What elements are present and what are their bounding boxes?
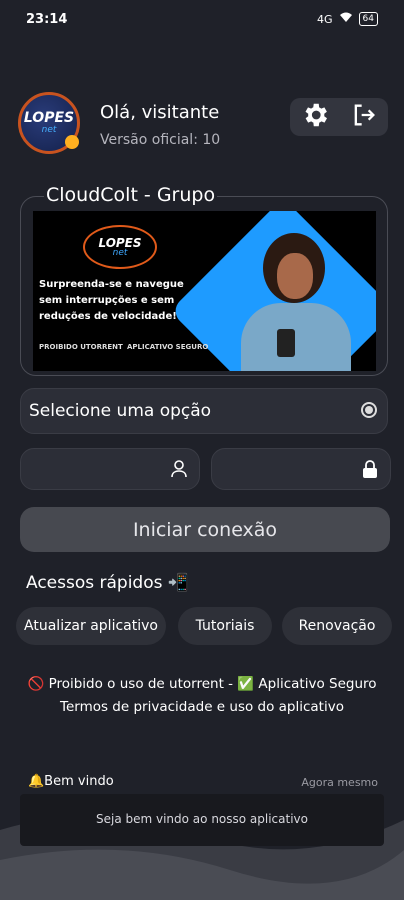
- settings-gear-icon[interactable]: [300, 100, 330, 134]
- notification-box: Seja bem vindo ao nosso aplicativo: [20, 794, 384, 846]
- password-field[interactable]: [211, 448, 391, 490]
- tutorials-button[interactable]: Tutoriais: [178, 607, 272, 645]
- greeting: Olá, visitante: [100, 102, 220, 123]
- server-select-label: Selecione uma opção: [29, 401, 212, 421]
- signal-icon: 4G: [317, 12, 333, 26]
- renewal-button[interactable]: Renovação: [282, 607, 392, 645]
- status-icons: 4G 64: [317, 12, 378, 26]
- notification-title: 🔔Bem vindo: [28, 774, 114, 789]
- user-icon: [171, 460, 187, 482]
- banner-text: Surpreenda-se e navegue sem interrupções…: [39, 279, 184, 322]
- version-label: Versão oficial: 10: [100, 132, 221, 148]
- server-select[interactable]: Selecione uma opção: [20, 388, 388, 434]
- banner-logo: LOPES net: [83, 225, 157, 269]
- app-logo: LOPES net: [18, 92, 80, 154]
- header: LOPES net Olá, visitante Versão oficial:…: [18, 92, 388, 162]
- header-actions: [290, 98, 388, 136]
- online-dot: [65, 135, 79, 149]
- banner-phone: [277, 329, 295, 357]
- password-input[interactable]: [222, 457, 356, 483]
- status-bar: 23:14 4G 64: [0, 0, 404, 44]
- banner-logo-sub: net: [112, 247, 128, 258]
- banner-footer-left: PROIBIDO UTORRENT: [39, 343, 123, 351]
- notification-time: Agora mesmo: [301, 776, 378, 789]
- banner-footer-right: APLICATIVO SEGURO: [127, 343, 209, 351]
- banner-person-face: [277, 253, 313, 299]
- logo-main-text: LOPES: [23, 110, 75, 126]
- welcome-notification[interactable]: 🔔Bem vindo Agora mesmo Seja bem vindo ao…: [20, 772, 384, 846]
- status-time: 23:14: [26, 12, 68, 27]
- username-input[interactable]: [31, 457, 165, 483]
- notice-line: 🚫 Proibido o uso de utorrent - ✅ Aplicat…: [27, 676, 377, 692]
- banner-person-body: [241, 303, 351, 371]
- quick-access-title: Acessos rápidos 📲: [26, 573, 190, 593]
- connect-button[interactable]: Iniciar conexão: [20, 507, 390, 552]
- banner-logo-main: LOPES: [98, 235, 142, 250]
- radio-icon: [361, 402, 377, 418]
- logout-icon[interactable]: [350, 101, 378, 133]
- group-card-title: CloudColt - Grupo: [44, 184, 218, 206]
- wifi-icon: [339, 12, 353, 26]
- privacy-terms-link[interactable]: Termos de privacidade e uso do aplicativ…: [0, 699, 404, 715]
- notification-message: Seja bem vindo ao nosso aplicativo: [95, 812, 308, 826]
- lock-icon: [362, 460, 378, 482]
- username-field[interactable]: [20, 448, 200, 490]
- logo-sub-text: net: [41, 125, 57, 135]
- battery-icon: 64: [358, 12, 378, 26]
- update-app-button[interactable]: Atualizar aplicativo: [16, 607, 166, 645]
- promo-banner[interactable]: LOPES net Surpreenda-se e navegue sem in…: [33, 211, 376, 371]
